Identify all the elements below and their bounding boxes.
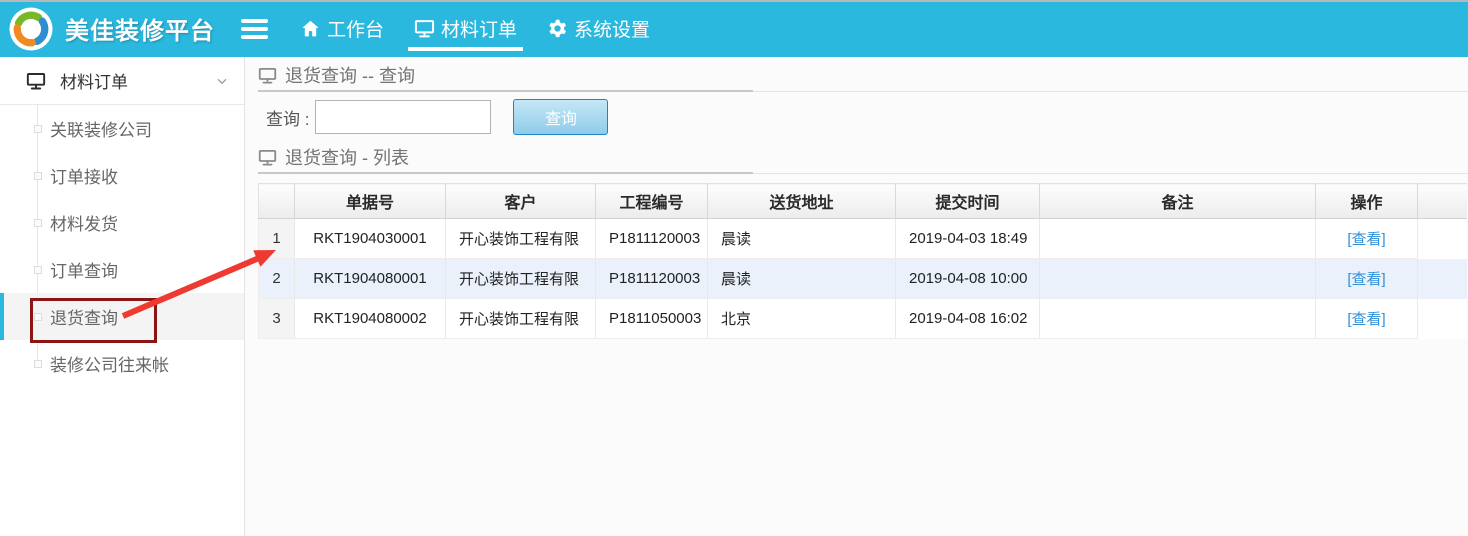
cell-project-no: P1811050003: [596, 299, 708, 339]
cell-submit-time: 2019-04-08 10:00: [896, 259, 1040, 299]
column-header-project_no: 工程编号: [596, 184, 708, 219]
nav-item-label: 材料订单: [441, 15, 517, 42]
nav-item-system-settings[interactable]: 系统设置: [547, 0, 650, 57]
column-header-index: [259, 184, 295, 219]
sidebar-group-material-order[interactable]: 材料订单: [0, 57, 244, 105]
table-row: 1RKT1904030001开心装饰工程有限P1811120003晨读2019-…: [259, 219, 1467, 259]
cell-address: 晨读: [708, 259, 896, 299]
cell-index: 1: [259, 219, 295, 259]
search-input[interactable]: [315, 100, 491, 134]
sidebar-item-label: 关联装修公司: [50, 116, 152, 141]
nav-item-material-order[interactable]: 材料订单: [414, 0, 517, 57]
search-row: 查询 : 查询: [266, 99, 1468, 135]
menu-toggle-icon[interactable]: [241, 19, 268, 39]
cell-trailing: [1418, 219, 1467, 259]
top-nav: 工作台 材料订单 系统设置: [300, 0, 650, 57]
table-row: 3RKT1904080002开心装饰工程有限P1811050003北京2019-…: [259, 299, 1467, 339]
monitor-icon: [414, 18, 435, 39]
top-bar: 美佳装修平台 工作台 材料订单 系统设置: [0, 0, 1468, 57]
cell-order-no: RKT1904080002: [295, 299, 446, 339]
view-link[interactable]: [查看]: [1347, 231, 1385, 248]
cell-index: 2: [259, 259, 295, 299]
cell-address: 晨读: [708, 219, 896, 259]
sidebar-item-label: 订单接收: [50, 163, 118, 188]
active-nav-underline: [408, 47, 523, 51]
sidebar-item-related-companies[interactable]: 关联装修公司: [0, 105, 244, 152]
return-orders-table: 单据号客户工程编号送货地址提交时间备注操作 1RKT1904030001开心装饰…: [258, 183, 1467, 339]
cell-customer: 开心装饰工程有限: [446, 299, 596, 339]
sidebar-item-order-query[interactable]: 订单查询: [0, 246, 244, 293]
return-orders-table-wrap: 单据号客户工程编号送货地址提交时间备注操作 1RKT1904030001开心装饰…: [258, 183, 1468, 339]
cell-address: 北京: [708, 299, 896, 339]
list-section-title: 退货查询 - 列表: [285, 144, 409, 170]
table-row: 2RKT1904080001开心装饰工程有限P1811120003晨读2019-…: [259, 259, 1467, 299]
cell-trailing: [1418, 299, 1467, 339]
sidebar-item-order-receive[interactable]: 订单接收: [0, 152, 244, 199]
section-divider: [258, 90, 1468, 92]
column-header-address: 送货地址: [708, 184, 896, 219]
monitor-icon: [26, 71, 46, 91]
cell-index: 3: [259, 299, 295, 339]
sidebar-item-label: 退货查询: [50, 304, 118, 329]
list-section-header: 退货查询 - 列表: [258, 142, 1468, 172]
cell-remark: [1040, 219, 1316, 259]
sidebar-item-label: 装修公司往来帐: [50, 351, 169, 376]
home-icon: [300, 18, 321, 39]
column-header-action: 操作: [1316, 184, 1418, 219]
cell-submit-time: 2019-04-08 16:02: [896, 299, 1040, 339]
brand-title: 美佳装修平台: [65, 11, 215, 46]
column-header-submit_time: 提交时间: [896, 184, 1040, 219]
sidebar-group-label: 材料订单: [60, 68, 128, 93]
cell-trailing: [1418, 259, 1467, 299]
column-header-customer: 客户: [446, 184, 596, 219]
column-header-remark: 备注: [1040, 184, 1316, 219]
monitor-icon: [258, 148, 277, 167]
search-label: 查询 :: [266, 105, 309, 130]
table-header-row: 单据号客户工程编号送货地址提交时间备注操作: [259, 184, 1467, 219]
nav-item-workbench[interactable]: 工作台: [300, 0, 384, 57]
sidebar-item-material-shipping[interactable]: 材料发货: [0, 199, 244, 246]
query-section-header: 退货查询 -- 查询: [258, 60, 1468, 90]
view-link[interactable]: [查看]: [1347, 271, 1385, 288]
window-top-edge: [0, 0, 1468, 2]
cell-order-no: RKT1904080001: [295, 259, 446, 299]
column-header-order_no: 单据号: [295, 184, 446, 219]
cell-project-no: P1811120003: [596, 259, 708, 299]
cell-customer: 开心装饰工程有限: [446, 259, 596, 299]
sidebar-submenu: 关联装修公司订单接收材料发货订单查询退货查询装修公司往来帐: [0, 105, 244, 387]
cell-customer: 开心装饰工程有限: [446, 219, 596, 259]
table-body: 1RKT1904030001开心装饰工程有限P1811120003晨读2019-…: [259, 219, 1467, 339]
section-divider: [258, 172, 1468, 174]
cell-order-no: RKT1904030001: [295, 219, 446, 259]
sidebar: 材料订单 关联装修公司订单接收材料发货订单查询退货查询装修公司往来帐: [0, 57, 245, 536]
main-content: 退货查询 -- 查询 查询 : 查询 退货查询 - 列表 单据号客户工程编号送货…: [246, 57, 1468, 536]
column-header-trailing: [1418, 184, 1467, 219]
cell-project-no: P1811120003: [596, 219, 708, 259]
view-link[interactable]: [查看]: [1347, 311, 1385, 328]
cell-remark: [1040, 259, 1316, 299]
sidebar-item-company-accounts[interactable]: 装修公司往来帐: [0, 340, 244, 387]
search-button[interactable]: 查询: [513, 99, 608, 135]
chevron-down-icon: [214, 73, 230, 89]
sidebar-item-return-query[interactable]: 退货查询: [0, 293, 244, 340]
nav-item-label: 系统设置: [574, 15, 650, 42]
cell-submit-time: 2019-04-03 18:49: [896, 219, 1040, 259]
platform-logo-icon: [9, 7, 53, 51]
sidebar-item-label: 材料发货: [50, 210, 118, 235]
nav-item-label: 工作台: [327, 15, 384, 42]
cell-remark: [1040, 299, 1316, 339]
cell-action: [查看]: [1316, 259, 1418, 299]
query-section-title: 退货查询 -- 查询: [285, 62, 415, 88]
gear-icon: [547, 18, 568, 39]
sidebar-item-label: 订单查询: [50, 257, 118, 282]
cell-action: [查看]: [1316, 219, 1418, 259]
monitor-icon: [258, 66, 277, 85]
cell-action: [查看]: [1316, 299, 1418, 339]
